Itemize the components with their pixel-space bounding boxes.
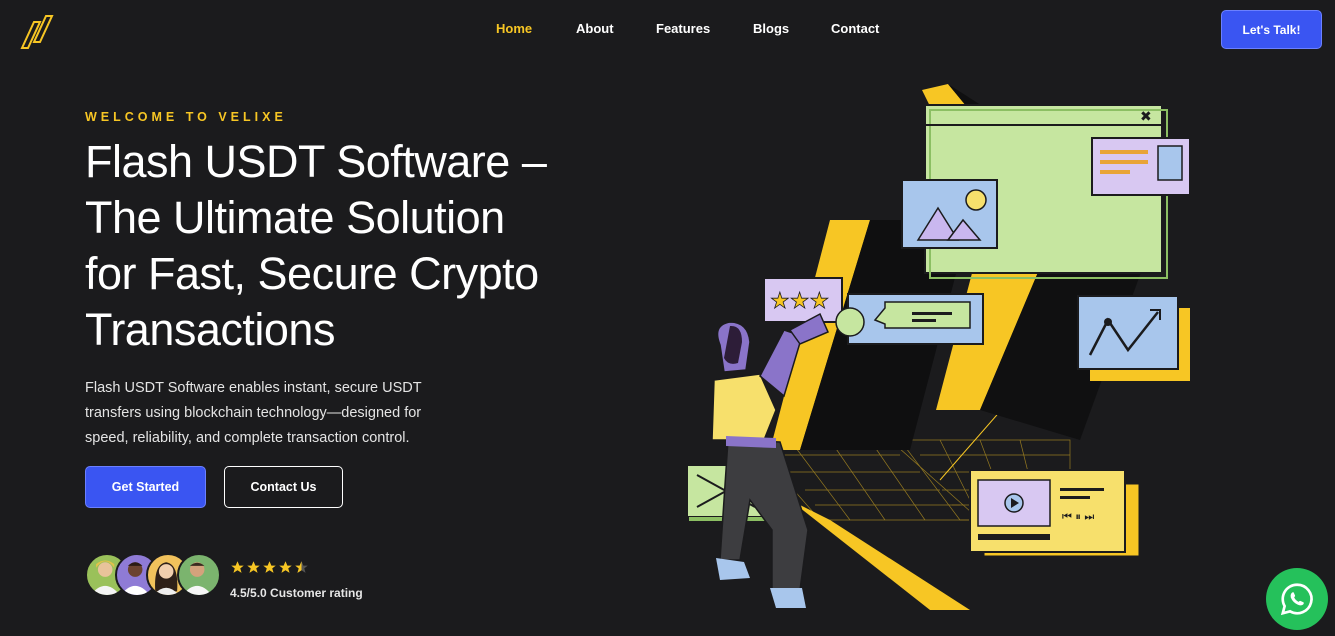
- svg-text:⏮ ⏸ ⏭: ⏮ ⏸ ⏭: [1062, 510, 1094, 523]
- star-icon: [231, 561, 244, 573]
- rating-text: 4.5/5.0 Customer rating: [230, 586, 363, 600]
- svg-text:✖: ✖: [1140, 109, 1152, 125]
- star-half-icon: [295, 561, 308, 573]
- hero-eyebrow: WELCOME TO VELIXE: [85, 110, 287, 124]
- contact-us-button[interactable]: Contact Us: [224, 466, 343, 508]
- customer-avatars: [85, 553, 225, 597]
- nav-contact[interactable]: Contact: [831, 21, 879, 36]
- whatsapp-button[interactable]: [1266, 568, 1328, 630]
- nav-home[interactable]: Home: [496, 21, 532, 36]
- velixe-logo-icon[interactable]: [14, 8, 58, 52]
- get-started-button[interactable]: Get Started: [85, 466, 206, 508]
- rating-stars: [230, 560, 309, 575]
- nav-blogs[interactable]: Blogs: [753, 21, 789, 36]
- whatsapp-icon: [1280, 583, 1313, 616]
- nav-features[interactable]: Features: [656, 21, 710, 36]
- hero-title-line: Flash USDT Software –: [85, 136, 547, 187]
- star-icon: [279, 561, 292, 573]
- hero-title: Flash USDT Software – The Ultimate Solut…: [85, 134, 645, 358]
- lets-talk-button[interactable]: Let's Talk!: [1221, 10, 1322, 49]
- hero-illustration: ✖ ★★★ ⏮ ⏸ ⏭: [680, 80, 1210, 620]
- hero-description: Flash USDT Software enables instant, sec…: [85, 380, 422, 446]
- svg-text:★★★: ★★★: [770, 289, 829, 314]
- star-icon: [263, 561, 276, 573]
- hero-title-line: The Ultimate Solution: [85, 192, 505, 243]
- hero-title-line: Transactions: [85, 304, 335, 355]
- star-icon: [247, 561, 260, 573]
- nav-about[interactable]: About: [576, 21, 614, 36]
- avatar: [177, 553, 221, 597]
- hero-title-line: for Fast, Secure Crypto: [85, 248, 539, 299]
